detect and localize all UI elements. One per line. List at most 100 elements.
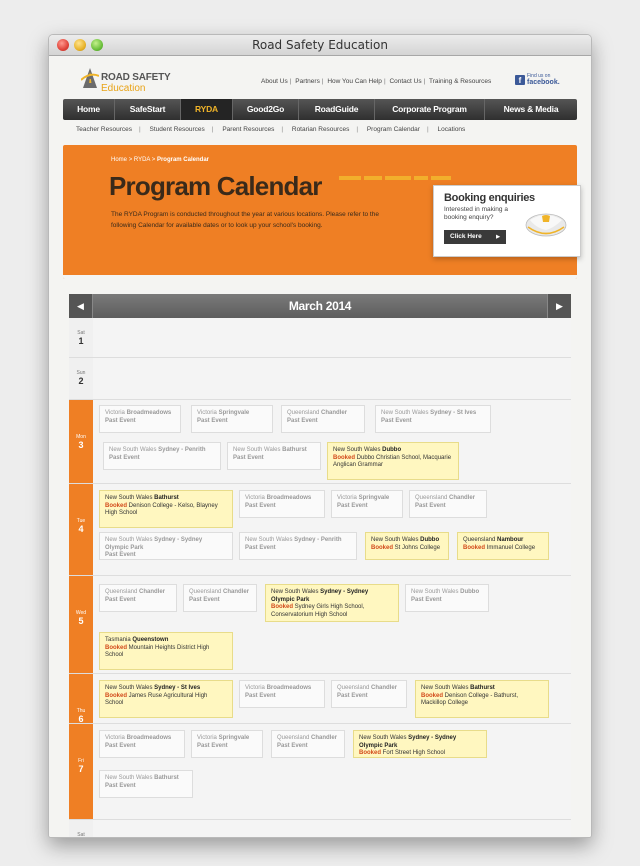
top-link-about[interactable]: About Us (261, 78, 288, 85)
nav-good2go[interactable]: Good2Go (233, 99, 299, 120)
past-event[interactable]: Victoria Springvale Past Event (191, 730, 263, 758)
past-event[interactable]: New South Wales Bathurst Past Event (227, 442, 321, 470)
day-number: 3 (78, 440, 84, 450)
booking-title: Booking enquiries (444, 192, 535, 204)
past-event[interactable]: Queensland Chandler Past Event (409, 490, 487, 518)
event-schools: Fort Street High School (381, 750, 446, 756)
event-state: Victoria (197, 735, 219, 741)
day-number: 2 (78, 376, 84, 386)
title-bar: Road Safety Education (49, 35, 591, 56)
past-event[interactable]: New South Wales Sydney - Penrith Past Eve… (103, 442, 221, 470)
booked-event[interactable]: New South Wales Sydney - Sydney Olympic … (353, 730, 487, 758)
day-label: Fri 7 (69, 724, 93, 819)
past-event[interactable]: New South Wales Bathurst Past Event (99, 770, 193, 798)
breadcrumb: Home > RYDA > Program Calendar (111, 157, 209, 163)
calendar-day-7: Fri 7 Victoria Broadmeadows Past Event Victo… (69, 724, 571, 820)
past-event[interactable]: New South Wales Sydney - Penrith Past Eve… (239, 532, 357, 560)
day-events (93, 358, 571, 399)
past-event[interactable]: Queensland Chandler Past Event (281, 405, 365, 433)
booked-event[interactable]: New South Wales Sydney - St Ives Booked J… (99, 680, 233, 718)
breadcrumb-current: Program Calendar (156, 157, 209, 163)
past-event[interactable]: Victoria Broadmeadows Past Event (239, 680, 325, 708)
subnav-locations[interactable]: Locations (437, 126, 465, 133)
nav-corporate-program[interactable]: Corporate Program (375, 99, 485, 120)
day-events (93, 318, 571, 357)
event-status: Past Event (189, 596, 220, 603)
event-schools: St Johns College (393, 544, 441, 551)
event-location: Bathurst (470, 685, 495, 691)
event-location: Sydney - Penrith (294, 537, 342, 543)
top-link-partners[interactable]: Partners (295, 78, 320, 85)
weekday-label: Sat (77, 832, 85, 838)
calendar-day-8: Sat8 (69, 820, 571, 838)
calendar-day-4: Tue 4 New South Wales Bathurst Booked Denis… (69, 484, 571, 576)
event-location: Springvale (218, 410, 250, 416)
event-status: Booked (105, 692, 128, 699)
top-link-contact[interactable]: Contact Us (389, 78, 421, 85)
next-month-button[interactable]: ▶ (547, 294, 571, 318)
sub-nav: Teacher Resources | Student Resources | Pa… (76, 126, 466, 133)
booked-event[interactable]: New South Wales Dubbo Booked St Johns Col… (365, 532, 449, 560)
event-status: Booked (463, 544, 486, 551)
past-event[interactable]: Victoria Broadmeadows Past Event (239, 490, 325, 518)
past-event[interactable]: New South Wales Sydney - Sydney Olympic … (99, 532, 233, 560)
computer-mouse-icon (525, 213, 567, 237)
event-location: Chandler (223, 589, 250, 595)
booked-event[interactable]: Tasmania Queenstown Booked Mountain Heigh… (99, 632, 233, 670)
nav-safestart[interactable]: SafeStart (115, 99, 181, 120)
subnav-program-calendar[interactable]: Program Calendar (367, 126, 420, 133)
day-events (93, 820, 571, 837)
arrow-right-icon: ▶ (556, 301, 563, 311)
day-number: 5 (78, 616, 84, 626)
subnav-teacher-resources[interactable]: Teacher Resources (76, 126, 132, 133)
past-event[interactable]: Victoria Broadmeadows Past Event (99, 730, 185, 758)
top-link-how-you-can-help[interactable]: How You Can Help (327, 78, 382, 85)
subnav-parent-resources[interactable]: Parent Resources (222, 126, 274, 133)
event-state: New South Wales (371, 537, 421, 543)
past-event[interactable]: Victoria Broadmeadows Past Event (99, 405, 181, 433)
past-event[interactable]: Queensland Chandler Past Event (99, 584, 177, 612)
logo-line-1: ROAD SAFETY (101, 72, 171, 83)
breadcrumb-ryda[interactable]: RYDA (134, 157, 150, 163)
past-event[interactable]: Queensland Chandler Past Event (271, 730, 345, 758)
nav-ryda[interactable]: RYDA (181, 99, 233, 120)
site-logo[interactable]: ROAD SAFETY Education (81, 63, 171, 99)
event-state: New South Wales (421, 685, 471, 691)
event-state: New South Wales (245, 537, 295, 543)
breadcrumb-home[interactable]: Home (111, 157, 127, 163)
day-number: 4 (78, 524, 84, 534)
event-state: Queensland (415, 495, 450, 501)
subnav-rotarian-resources[interactable]: Rotarian Resources (292, 126, 349, 133)
nav-news-media[interactable]: News & Media (485, 99, 577, 120)
calendar-header: ◀ March 2014 ▶ (69, 294, 571, 318)
past-event[interactable]: New South Wales Sydney - St Ives Past Eve… (375, 405, 491, 433)
top-link-training[interactable]: Training & Resources (429, 78, 491, 85)
event-state: New South Wales (105, 775, 155, 781)
past-event[interactable]: Victoria Springvale Past Event (191, 405, 273, 433)
facebook-icon: f (515, 75, 525, 85)
past-event[interactable]: Victoria Springvale Past Event (331, 490, 403, 518)
booked-event[interactable]: New South Wales Dubbo Booked Dubbo Christ… (327, 442, 459, 480)
booked-event[interactable]: New South Wales Sydney - Sydney Olympic … (265, 584, 399, 622)
booked-event[interactable]: New South Wales Bathurst Booked Denison C… (99, 490, 233, 528)
subnav-student-resources[interactable]: Student Resources (150, 126, 205, 133)
nav-roadguide[interactable]: RoadGuide (299, 99, 375, 120)
event-status: Past Event (277, 742, 308, 749)
event-status: Booked (421, 692, 444, 699)
past-event[interactable]: Queensland Chandler Past Event (331, 680, 407, 708)
past-event[interactable]: New South Wales Dubbo Past Event (405, 584, 489, 612)
event-status: Past Event (245, 544, 276, 551)
click-here-button[interactable]: Click Here ▶ (444, 230, 506, 244)
calendar-month: March 2014 (288, 299, 352, 313)
event-location: Broadmeadows (266, 685, 312, 691)
event-location: Chandler (371, 685, 398, 691)
calendar-day-5: Wed 5 Queensland Chandler Past Event Queensl… (69, 576, 571, 674)
facebook-link[interactable]: f Find us on facebook. (515, 74, 560, 86)
event-location: Broadmeadows (266, 495, 312, 501)
past-event[interactable]: Queensland Chandler Past Event (183, 584, 257, 612)
booked-event[interactable]: Queensland Nambour Booked Immanuel Colleg… (457, 532, 549, 560)
booked-event[interactable]: New South Wales Bathurst Booked Denison C… (415, 680, 549, 718)
nav-home[interactable]: Home (63, 99, 115, 120)
event-state: Victoria (337, 495, 359, 501)
event-location: Bathurst (282, 447, 307, 453)
